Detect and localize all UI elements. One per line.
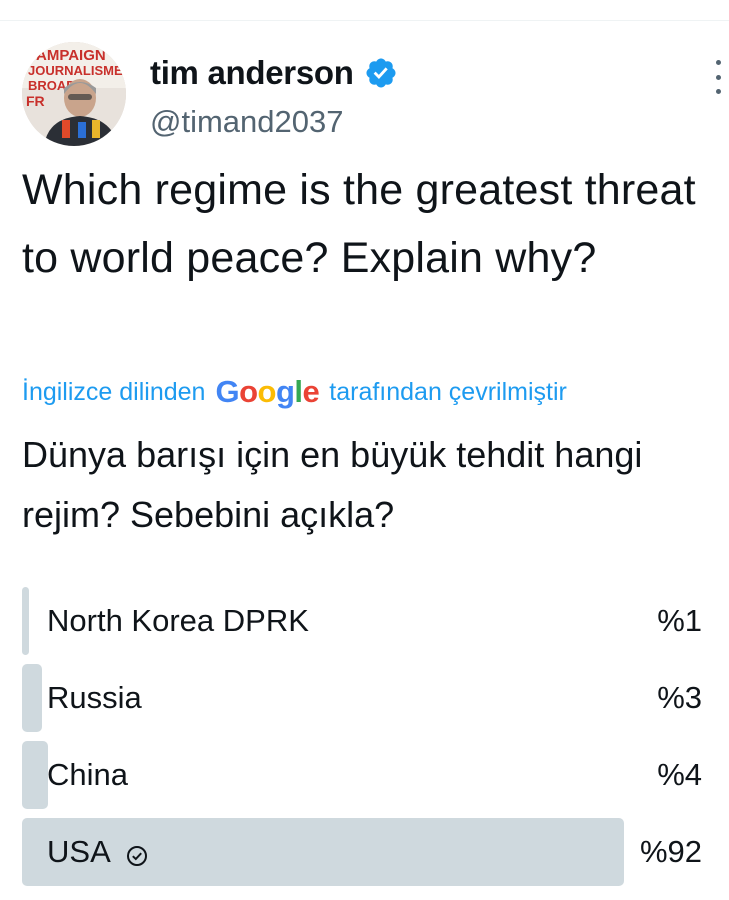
poll-option: North Korea DPRK %1 — [22, 587, 706, 657]
translation-prefix: İngilizce dilinden — [22, 377, 206, 406]
poll-option-percent: %4 — [657, 757, 702, 792]
tweet-text: Which regime is the greatest threat to w… — [22, 166, 696, 282]
author-name[interactable]: tim anderson — [150, 54, 354, 92]
poll-option-percent: %3 — [657, 680, 702, 715]
translation-attribution[interactable]: İngilizce dilinden Google tarafından çev… — [22, 372, 722, 412]
tweet-header: AMPAIGN JOURNALISME BROAD FR tim anderso… — [22, 42, 722, 152]
svg-text:JOURNALISME: JOURNALISME — [28, 63, 123, 78]
translation-suffix: tarafından çevrilmiştir — [329, 377, 567, 406]
poll-bar — [22, 741, 48, 809]
poll-option-percent: %1 — [657, 603, 702, 638]
poll-option-label: USA — [47, 818, 149, 886]
translated-text: Dünya barışı için en büyük tehdit hangi … — [22, 434, 643, 535]
divider — [0, 20, 729, 21]
verified-badge-icon — [364, 56, 398, 90]
poll-option: Russia %3 — [22, 664, 706, 734]
author-handle[interactable]: @timand2037 — [150, 104, 343, 140]
google-logo-icon: Google — [215, 374, 320, 409]
poll-option-percent: %92 — [639, 834, 702, 869]
poll-bar — [22, 664, 42, 732]
poll-option-label: China — [47, 757, 128, 792]
svg-text:AMPAIGN: AMPAIGN — [36, 47, 106, 64]
avatar[interactable]: AMPAIGN JOURNALISME BROAD FR — [22, 42, 126, 146]
more-options-icon[interactable] — [708, 60, 728, 94]
poll-option-label: Russia — [47, 680, 142, 715]
svg-text:FR: FR — [26, 93, 45, 109]
poll-bar — [22, 587, 29, 655]
poll-option-winner: USA %92 — [22, 818, 706, 888]
author-row: tim anderson — [150, 54, 398, 92]
poll-option: China %4 — [22, 741, 706, 811]
poll-option-label: North Korea DPRK — [47, 603, 309, 638]
check-circle-icon — [125, 840, 149, 866]
poll: North Korea DPRK %1 Russia %3 China %4 U… — [22, 587, 706, 895]
avatar-image: AMPAIGN JOURNALISME BROAD FR — [22, 42, 126, 146]
